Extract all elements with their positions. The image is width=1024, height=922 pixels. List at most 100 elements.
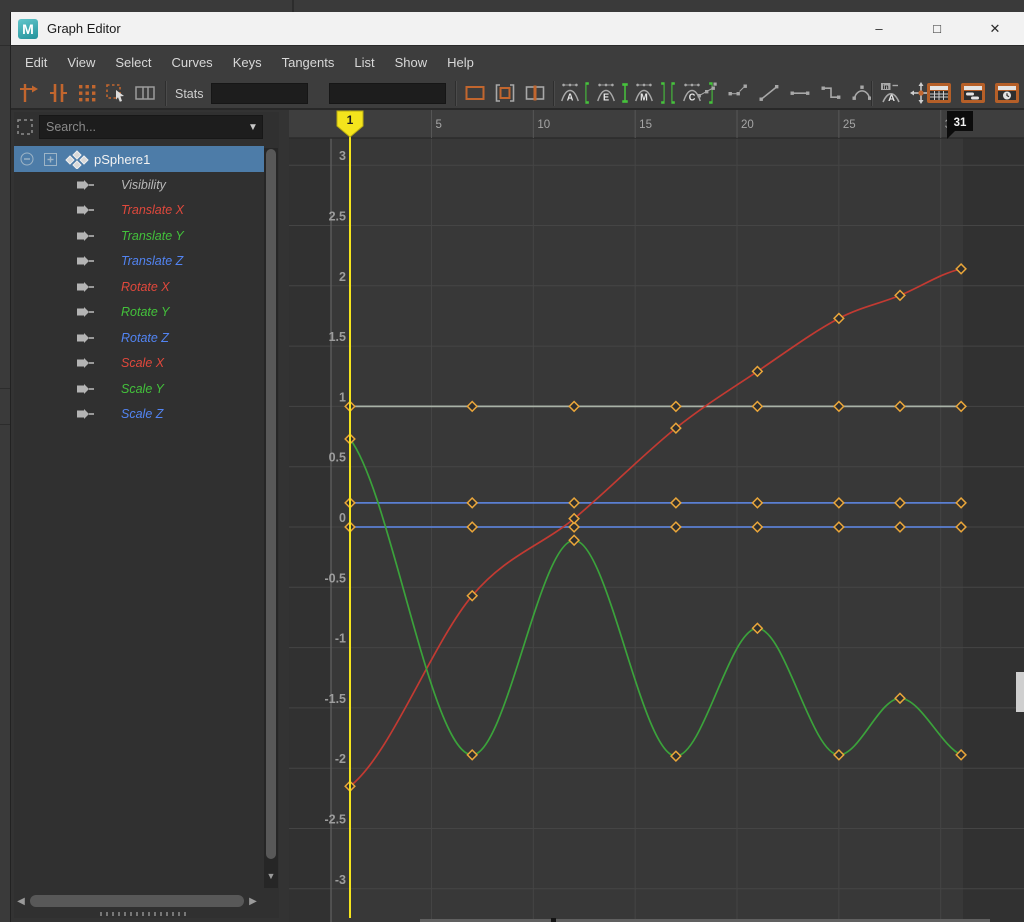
scroll-right-icon[interactable]: ▶ — [246, 896, 260, 907]
tree-item-rotate-x[interactable]: Rotate X — [14, 274, 264, 300]
value-axis-label: -3 — [335, 873, 346, 887]
menu-help[interactable]: Help — [447, 55, 474, 70]
tree-item-scale-y[interactable]: Scale Y — [14, 376, 264, 402]
tree-item-psphere1[interactable]: pSphere1 — [14, 146, 264, 172]
value-axis-label: -1 — [335, 632, 346, 646]
background-window-sliver — [1016, 672, 1024, 712]
normalized-view-icon[interactable] — [523, 81, 547, 105]
channel-label: Translate X — [121, 203, 184, 217]
value-axis-label: -1.5 — [324, 692, 346, 706]
range-end-label: 31 — [954, 117, 967, 129]
absolute-view-icon[interactable] — [463, 81, 487, 105]
pin-channel-icon[interactable] — [76, 229, 96, 243]
dope-sheet-icon[interactable] — [959, 81, 985, 105]
pin-channel-icon[interactable] — [76, 203, 96, 217]
pre-range-shading — [289, 138, 331, 922]
move-nearest-picked-key-icon[interactable] — [17, 81, 41, 105]
maximize-button[interactable]: □ — [908, 12, 966, 45]
collapse-icon[interactable] — [19, 151, 36, 168]
desktop-seam — [0, 45, 10, 46]
value-axis-label: 1.5 — [329, 330, 346, 344]
menu-edit[interactable]: Edit — [25, 55, 47, 70]
minimize-button[interactable]: – — [850, 12, 908, 45]
channel-outliner-panel: ▼ pSphere1Visibility Translate X Translate… — [14, 112, 279, 918]
menu-show[interactable]: Show — [395, 55, 428, 70]
tree-item-translate-z[interactable]: Translate Z — [14, 249, 264, 275]
panel-resize-grip[interactable] — [100, 912, 190, 916]
value-axis-label: 2 — [339, 270, 346, 284]
channel-label: Rotate Y — [121, 305, 169, 319]
unify-tangents-icon[interactable] — [695, 81, 719, 105]
title-bar[interactable]: M Graph Editor – □ ✕ — [11, 12, 1024, 45]
expand-all-icon[interactable] — [42, 151, 59, 168]
stats-value-input[interactable] — [329, 83, 446, 104]
curve-preset-e-icon[interactable]: E — [595, 81, 617, 105]
retime-tool-icon[interactable] — [133, 81, 157, 105]
pin-channel-icon[interactable] — [76, 254, 96, 268]
pin-channel-icon[interactable] — [76, 305, 96, 319]
tree-item-scale-x[interactable]: Scale X — [14, 351, 264, 377]
pin-channel-icon[interactable] — [76, 331, 96, 345]
curve-preset-a-icon[interactable]: A — [559, 81, 581, 105]
search-input[interactable] — [40, 119, 244, 135]
close-button[interactable]: ✕ — [966, 12, 1024, 45]
tree-item-visibility[interactable]: Visibility — [14, 172, 264, 198]
step-tangent-icon[interactable] — [819, 81, 843, 105]
stacked-view-icon[interactable] — [493, 81, 517, 105]
curve-preset-m-icon[interactable]: M — [633, 81, 655, 105]
vertical-scrollbar-thumb[interactable] — [266, 149, 276, 859]
channel-label: Scale X — [121, 356, 164, 370]
time-ruler[interactable] — [289, 110, 1024, 138]
svg-text:A: A — [888, 93, 895, 104]
ruler-tick-label: 20 — [741, 119, 754, 131]
pin-channel-icon[interactable] — [76, 280, 96, 294]
time-editor-icon[interactable] — [993, 81, 1019, 105]
pin-channel-icon[interactable] — [76, 356, 96, 370]
linear-tangent-icon[interactable] — [757, 81, 781, 105]
lattice-deform-keys-icon[interactable] — [75, 81, 99, 105]
break-tangents-icon[interactable] — [726, 81, 750, 105]
ruler-tick-label: 25 — [843, 119, 856, 131]
maya-logo-icon: M — [18, 19, 38, 39]
menu-bar: Edit View Select Curves Keys Tangents List Show… — [11, 45, 1024, 78]
menu-tangents[interactable]: Tangents — [282, 55, 335, 70]
scroll-left-icon[interactable]: ◀ — [14, 896, 28, 907]
tree-item-translate-y[interactable]: Translate Y — [14, 223, 264, 249]
stats-frame-input[interactable] — [211, 83, 308, 104]
pin-channel-icon[interactable] — [76, 407, 96, 421]
auto-tangent-icon[interactable]: inA — [879, 81, 903, 105]
region-select-keys-icon[interactable] — [104, 81, 128, 105]
value-axis-label: 1 — [339, 390, 346, 404]
search-dropdown-icon[interactable]: ▼ — [244, 122, 262, 133]
horizontal-scrollbar-thumb[interactable] — [30, 895, 244, 907]
svg-text:A: A — [567, 92, 574, 103]
scroll-down-icon[interactable]: ▼ — [264, 868, 278, 884]
channel-label: Translate Y — [121, 229, 184, 243]
graph-area: 32.521.510.50-0.5-1-1.5-2-2.5-3151015202… — [289, 110, 1024, 922]
menu-view[interactable]: View — [67, 55, 95, 70]
insert-keys-icon[interactable] — [46, 81, 70, 105]
tree-item-translate-x[interactable]: Translate X — [14, 198, 264, 224]
pin-channel-icon[interactable] — [76, 382, 96, 396]
flat-tangent-icon[interactable] — [788, 81, 812, 105]
pin-channel-icon[interactable] — [76, 178, 96, 192]
tree-item-rotate-z[interactable]: Rotate Z — [14, 325, 264, 351]
spreadsheet-icon[interactable] — [925, 81, 951, 105]
channel-tree: pSphere1Visibility Translate X Translate Y… — [14, 146, 264, 427]
menu-list[interactable]: List — [354, 55, 374, 70]
menu-curves[interactable]: Curves — [172, 55, 213, 70]
graph-editor-window: M Graph Editor – □ ✕ Edit View Select Curve… — [10, 12, 1024, 922]
menu-keys[interactable]: Keys — [233, 55, 262, 70]
menu-select[interactable]: Select — [115, 55, 151, 70]
tree-item-scale-z[interactable]: Scale Z — [14, 402, 264, 428]
stats-label: Stats — [175, 87, 204, 101]
vertical-scrollbar[interactable] — [264, 148, 278, 888]
toolbar: Stats AEMC inA — [11, 78, 1024, 110]
mesh-icon — [64, 149, 90, 169]
value-axis-label: -2 — [335, 752, 346, 766]
tree-item-rotate-y[interactable]: Rotate Y — [14, 300, 264, 326]
filter-icon[interactable] — [14, 116, 36, 138]
svg-text:E: E — [603, 92, 610, 103]
svg-text:M: M — [640, 92, 648, 103]
horizontal-scrollbar[interactable]: ◀ ▶ — [14, 893, 278, 909]
